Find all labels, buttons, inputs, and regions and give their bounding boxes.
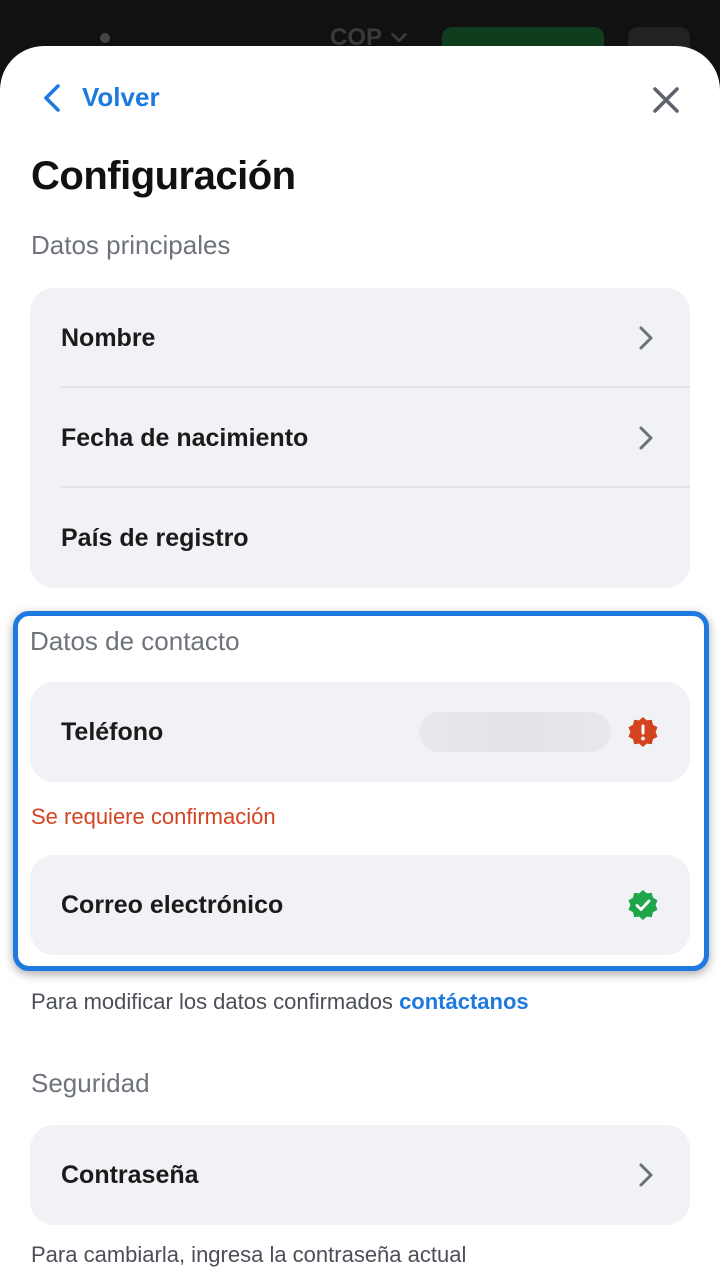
main-item-label: País de registro — [61, 523, 249, 552]
security-card: Contraseña — [30, 1125, 690, 1225]
main-item-name[interactable]: Nombre — [30, 288, 690, 388]
main-item-label: Nombre — [61, 323, 156, 352]
section-title-main: Datos principales — [31, 230, 231, 260]
page-title: Configuración — [31, 154, 296, 198]
chevron-right-icon — [639, 326, 653, 350]
contact-phone-card: Teléfono — [30, 682, 690, 782]
password-label: Contraseña — [61, 1160, 199, 1189]
section-title-contact: Datos de contacto — [30, 626, 240, 656]
contact-email-card: Correo electrónico — [30, 855, 690, 955]
contact-us-link[interactable]: contáctanos — [399, 989, 529, 1014]
phone-label: Teléfono — [61, 717, 164, 746]
phone-error-message: Se requiere confirmación — [31, 804, 276, 829]
main-data-card: Nombre Fecha de nacimiento País de regis… — [30, 288, 690, 588]
main-item-label: Fecha de nacimiento — [61, 423, 309, 452]
contact-item-email[interactable]: Correo electrónico — [30, 855, 690, 955]
contact-item-phone[interactable]: Teléfono — [30, 682, 690, 782]
phone-value-placeholder — [419, 712, 611, 752]
chevron-left-icon — [44, 83, 60, 112]
main-item-country: País de registro — [30, 488, 690, 588]
warning-badge-icon — [628, 717, 658, 747]
close-button[interactable] — [648, 82, 684, 118]
chevron-right-icon — [639, 426, 653, 450]
back-button-label: Volver — [82, 82, 160, 112]
contact-hint: Para modificar los datos confirmados con… — [31, 989, 529, 1014]
back-button[interactable]: Volver — [40, 82, 160, 113]
close-icon — [653, 87, 679, 113]
email-label: Correo electrónico — [61, 890, 284, 919]
verified-badge-icon — [628, 890, 658, 920]
security-hint: Para cambiarla, ingresa la contraseña ac… — [31, 1242, 467, 1267]
background-dot — [100, 33, 110, 43]
chevron-right-icon — [639, 1163, 653, 1187]
settings-sheet: Volver Configuración Datos principales N… — [0, 46, 720, 1280]
security-item-password[interactable]: Contraseña — [30, 1125, 690, 1225]
main-item-birthdate[interactable]: Fecha de nacimiento — [30, 388, 690, 488]
section-title-security: Seguridad — [31, 1068, 150, 1098]
